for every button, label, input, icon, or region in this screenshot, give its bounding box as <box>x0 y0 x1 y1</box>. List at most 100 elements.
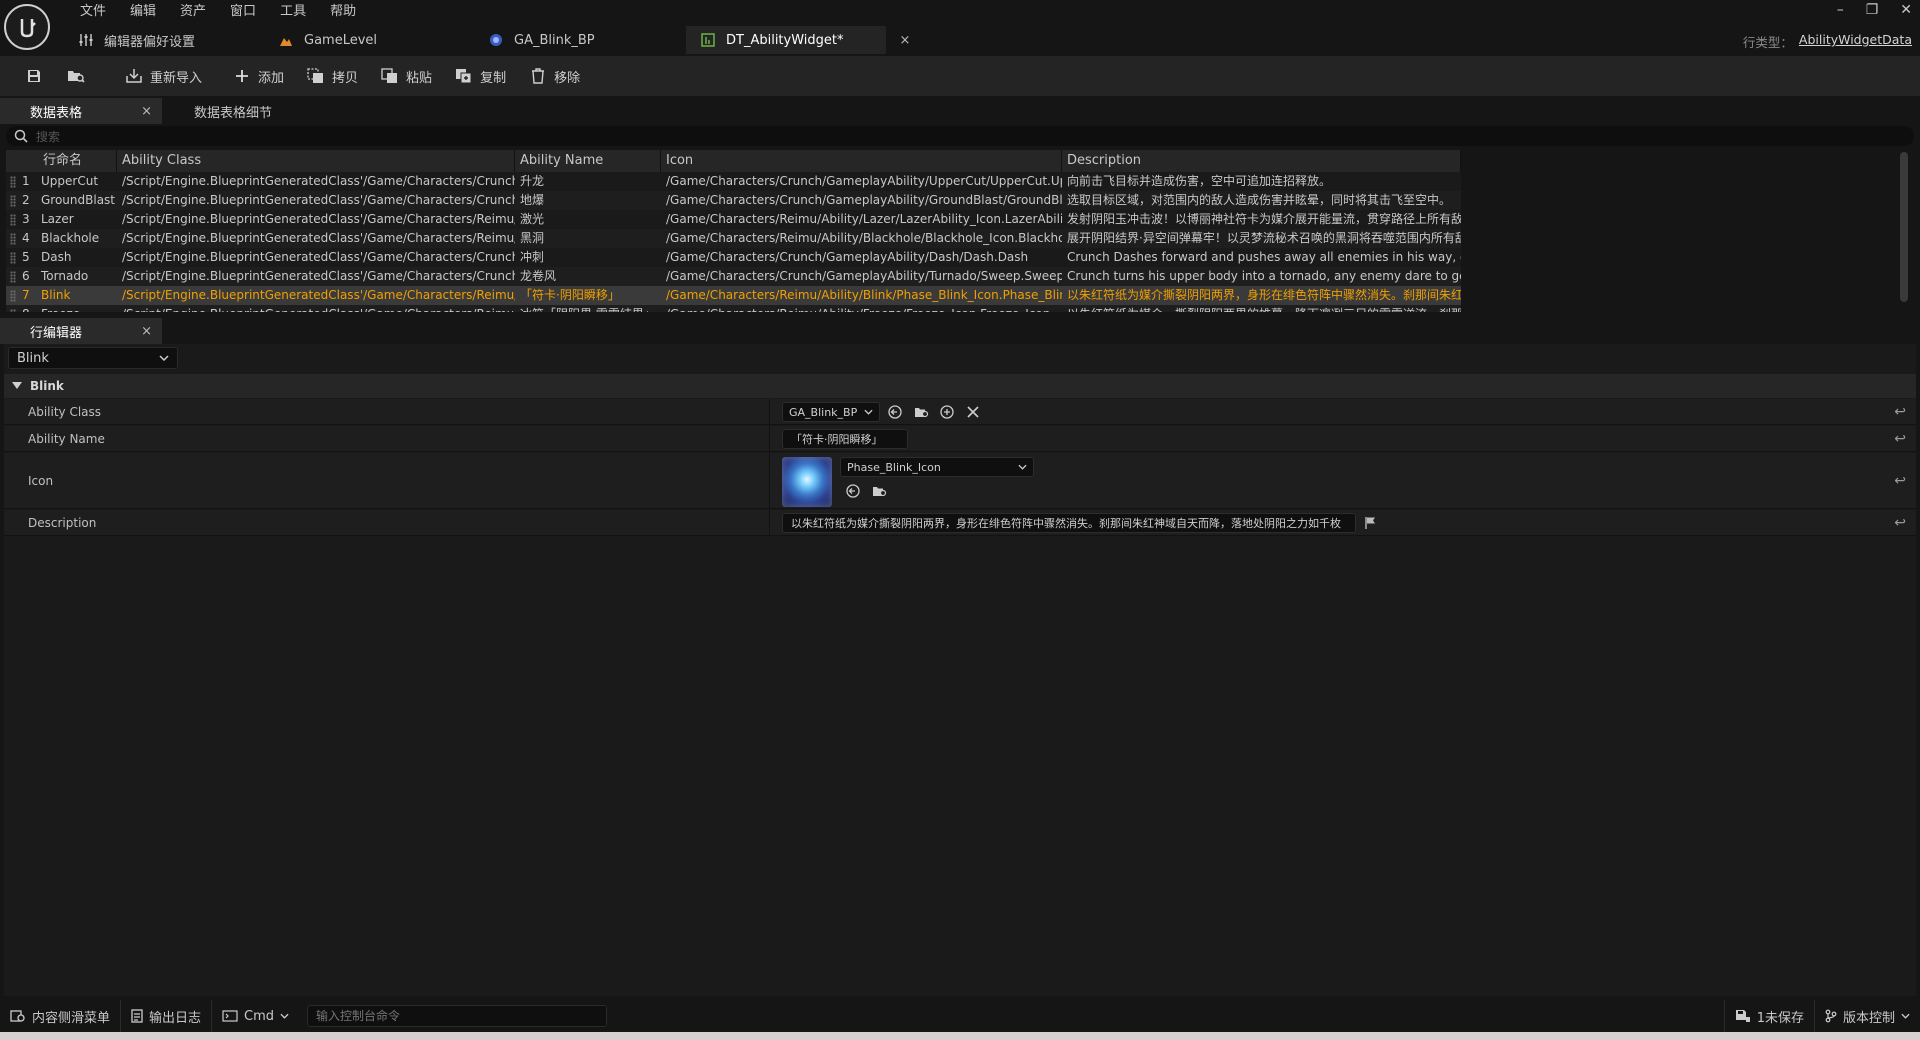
tab-editor-preferences[interactable]: 编辑器偏好设置 <box>64 26 264 54</box>
table-row[interactable]: 2 GroundBlast/Script/Engine.BlueprintGene… <box>6 191 1461 210</box>
drag-handle-icon[interactable] <box>10 309 16 312</box>
minimize-icon[interactable]: – <box>1837 2 1844 18</box>
remove-button[interactable]: 移除 <box>518 61 590 91</box>
cell-ability-name: 「符卡·阴阳瞬移」 <box>520 288 620 302</box>
ability-class-combo[interactable]: GA_Blink_BP <box>782 402 880 422</box>
drag-handle-icon[interactable] <box>10 290 16 302</box>
tab-gamelevel[interactable]: GameLevel <box>264 26 474 54</box>
property-divider[interactable] <box>769 453 770 508</box>
table-row[interactable]: 1 UpperCut/Script/Engine.BlueprintGenerat… <box>6 172 1461 191</box>
save-button[interactable] <box>14 61 54 91</box>
menu-window[interactable]: 窗口 <box>218 2 268 22</box>
tab-ga-blink-bp[interactable]: GA_Blink_BP <box>474 26 686 54</box>
table-row[interactable]: 3 Lazer/Script/Engine.BlueprintGeneratedC… <box>6 210 1461 229</box>
cell-ability-class: /Script/Engine.BlueprintGeneratedClass'/… <box>122 212 515 226</box>
drag-handle-icon[interactable] <box>10 195 16 207</box>
cell-icon: /Game/Characters/Reimu/Ability/Blackhole… <box>666 231 1062 245</box>
menu-file[interactable]: 文件 <box>68 2 118 22</box>
cell-row-index: 4 <box>22 231 30 245</box>
unsaved-button[interactable]: 1未保存 <box>1723 1000 1815 1032</box>
toolbar: 重新导入 添加 拷贝 粘贴 复制 移除 <box>0 56 1920 96</box>
cmd-dropdown[interactable]: Cmd <box>212 1000 299 1032</box>
ability-name-input[interactable]: 「符卡·阴阳瞬移」 <box>782 429 908 449</box>
column-header-ability-name[interactable]: Ability Name <box>515 150 661 172</box>
table-row[interactable]: 8Freeze/Script/Engine.BlueprintGenerated… <box>6 305 1461 312</box>
chevron-down-icon <box>1018 464 1027 470</box>
console-command-input[interactable] <box>307 1005 608 1027</box>
tab-label: GameLevel <box>304 32 378 48</box>
chevron-down-icon <box>1901 1013 1910 1019</box>
use-selected-button[interactable] <box>886 403 904 421</box>
search-bar[interactable]: 搜索 <box>6 126 1914 146</box>
menu-asset[interactable]: 资产 <box>168 2 218 22</box>
paste-button[interactable]: 粘贴 <box>370 61 442 91</box>
column-header-description[interactable]: Description <box>1062 150 1461 172</box>
cell-ability-class: /Script/Engine.BlueprintGeneratedClass'/… <box>117 305 515 312</box>
icon-asset-combo[interactable]: Phase_Blink_Icon <box>840 457 1034 477</box>
source-control-label: 版本控制 <box>1842 1010 1895 1026</box>
close-tab-icon[interactable]: × <box>141 324 152 339</box>
reset-to-default-icon[interactable]: ↩ <box>1894 515 1906 531</box>
cell-ability-class: /Script/Engine.BlueprintGeneratedClass'/… <box>122 193 515 207</box>
property-divider[interactable] <box>769 426 770 451</box>
table-row[interactable]: 5 Dash/Script/Engine.BlueprintGeneratedCl… <box>6 248 1461 267</box>
output-log-button[interactable]: 输出日志 <box>121 1000 213 1032</box>
browse-asset-button[interactable] <box>912 403 930 421</box>
drag-handle-icon[interactable] <box>10 176 16 188</box>
unreal-logo-icon[interactable] <box>4 4 50 50</box>
category-header[interactable]: Blink <box>4 374 1916 398</box>
folder-search-icon <box>66 66 86 86</box>
drag-handle-icon[interactable] <box>10 271 16 283</box>
menu-bar: 文件 编辑 资产 窗口 工具 帮助 <box>68 2 368 22</box>
add-row-button[interactable]: 添加 <box>222 61 294 91</box>
tab-data-table[interactable]: 数据表格 × <box>0 98 162 124</box>
property-divider[interactable] <box>769 399 770 424</box>
row-type-link[interactable]: AbilityWidgetData <box>1799 32 1912 51</box>
table-row[interactable]: 6 Tornado/Script/Engine.BlueprintGenerate… <box>6 267 1461 286</box>
property-divider[interactable] <box>769 510 770 535</box>
cell-row-index: 7 <box>22 288 30 302</box>
menu-edit[interactable]: 编辑 <box>118 2 168 22</box>
browse-button[interactable] <box>56 61 96 91</box>
reset-to-default-icon[interactable]: ↩ <box>1894 404 1906 420</box>
restore-icon[interactable]: ❐ <box>1866 2 1879 18</box>
tab-row-editor[interactable]: 行编辑器 × <box>0 318 162 344</box>
clear-button[interactable] <box>964 403 982 421</box>
menu-help[interactable]: 帮助 <box>318 2 368 22</box>
use-selected-button[interactable] <box>844 482 862 500</box>
reimport-button[interactable]: 重新导入 <box>114 61 212 91</box>
content-drawer-label: 内容侧滑菜单 <box>32 1010 111 1026</box>
datatable-icon <box>700 32 716 48</box>
cell-icon: /Game/Characters/Crunch/GameplayAbility/… <box>666 174 1062 188</box>
status-bar: 内容侧滑菜单 输出日志 Cmd 1未保存 版本控制 <box>0 1000 1920 1032</box>
close-window-icon[interactable]: ✕ <box>1900 2 1912 18</box>
drag-handle-icon[interactable] <box>10 233 16 245</box>
duplicate-button[interactable]: 复制 <box>444 61 516 91</box>
close-tab-icon[interactable]: × <box>900 33 911 48</box>
column-header-icon[interactable]: Icon <box>661 150 1062 172</box>
tab-data-table-details[interactable]: 数据表格细节 <box>164 98 294 124</box>
row-select-dropdown[interactable]: Blink <box>8 347 178 369</box>
icon-thumbnail[interactable] <box>782 457 832 507</box>
description-input[interactable]: 以朱红符纸为媒介撕裂阴阳两界，身形在绯色符阵中骤然消失。刹那间朱红神域自天而降，… <box>782 513 1356 533</box>
reset-to-default-icon[interactable]: ↩ <box>1894 473 1906 489</box>
copy-button[interactable]: 拷贝 <box>296 61 368 91</box>
tab-dt-abilitywidget[interactable]: DT_AbilityWidget* × <box>686 26 910 54</box>
cell-ability-name: 冰符「阴阳界·霜雪结界」 <box>515 305 661 312</box>
create-new-button[interactable] <box>938 403 956 421</box>
localization-flag-button[interactable] <box>1362 514 1380 532</box>
browse-asset-button[interactable] <box>870 482 888 500</box>
table-row[interactable]: 7 Blink/Script/Engine.BlueprintGeneratedC… <box>6 286 1461 305</box>
column-header-row-name[interactable]: 行命名 <box>6 150 117 172</box>
column-header-ability-class[interactable]: Ability Class <box>117 150 515 172</box>
drag-handle-icon[interactable] <box>10 214 16 226</box>
drag-handle-icon[interactable] <box>10 252 16 264</box>
source-control-button[interactable]: 版本控制 <box>1815 1000 1920 1032</box>
table-scrollbar[interactable] <box>1900 152 1908 302</box>
content-drawer-button[interactable]: 内容侧滑菜单 <box>0 1000 122 1032</box>
menu-tools[interactable]: 工具 <box>268 2 318 22</box>
close-tab-icon[interactable]: × <box>141 104 152 119</box>
reset-to-default-icon[interactable]: ↩ <box>1894 431 1906 447</box>
cell-row-index: 5 <box>22 250 30 264</box>
table-row[interactable]: 4 Blackhole/Script/Engine.BlueprintGenera… <box>6 229 1461 248</box>
